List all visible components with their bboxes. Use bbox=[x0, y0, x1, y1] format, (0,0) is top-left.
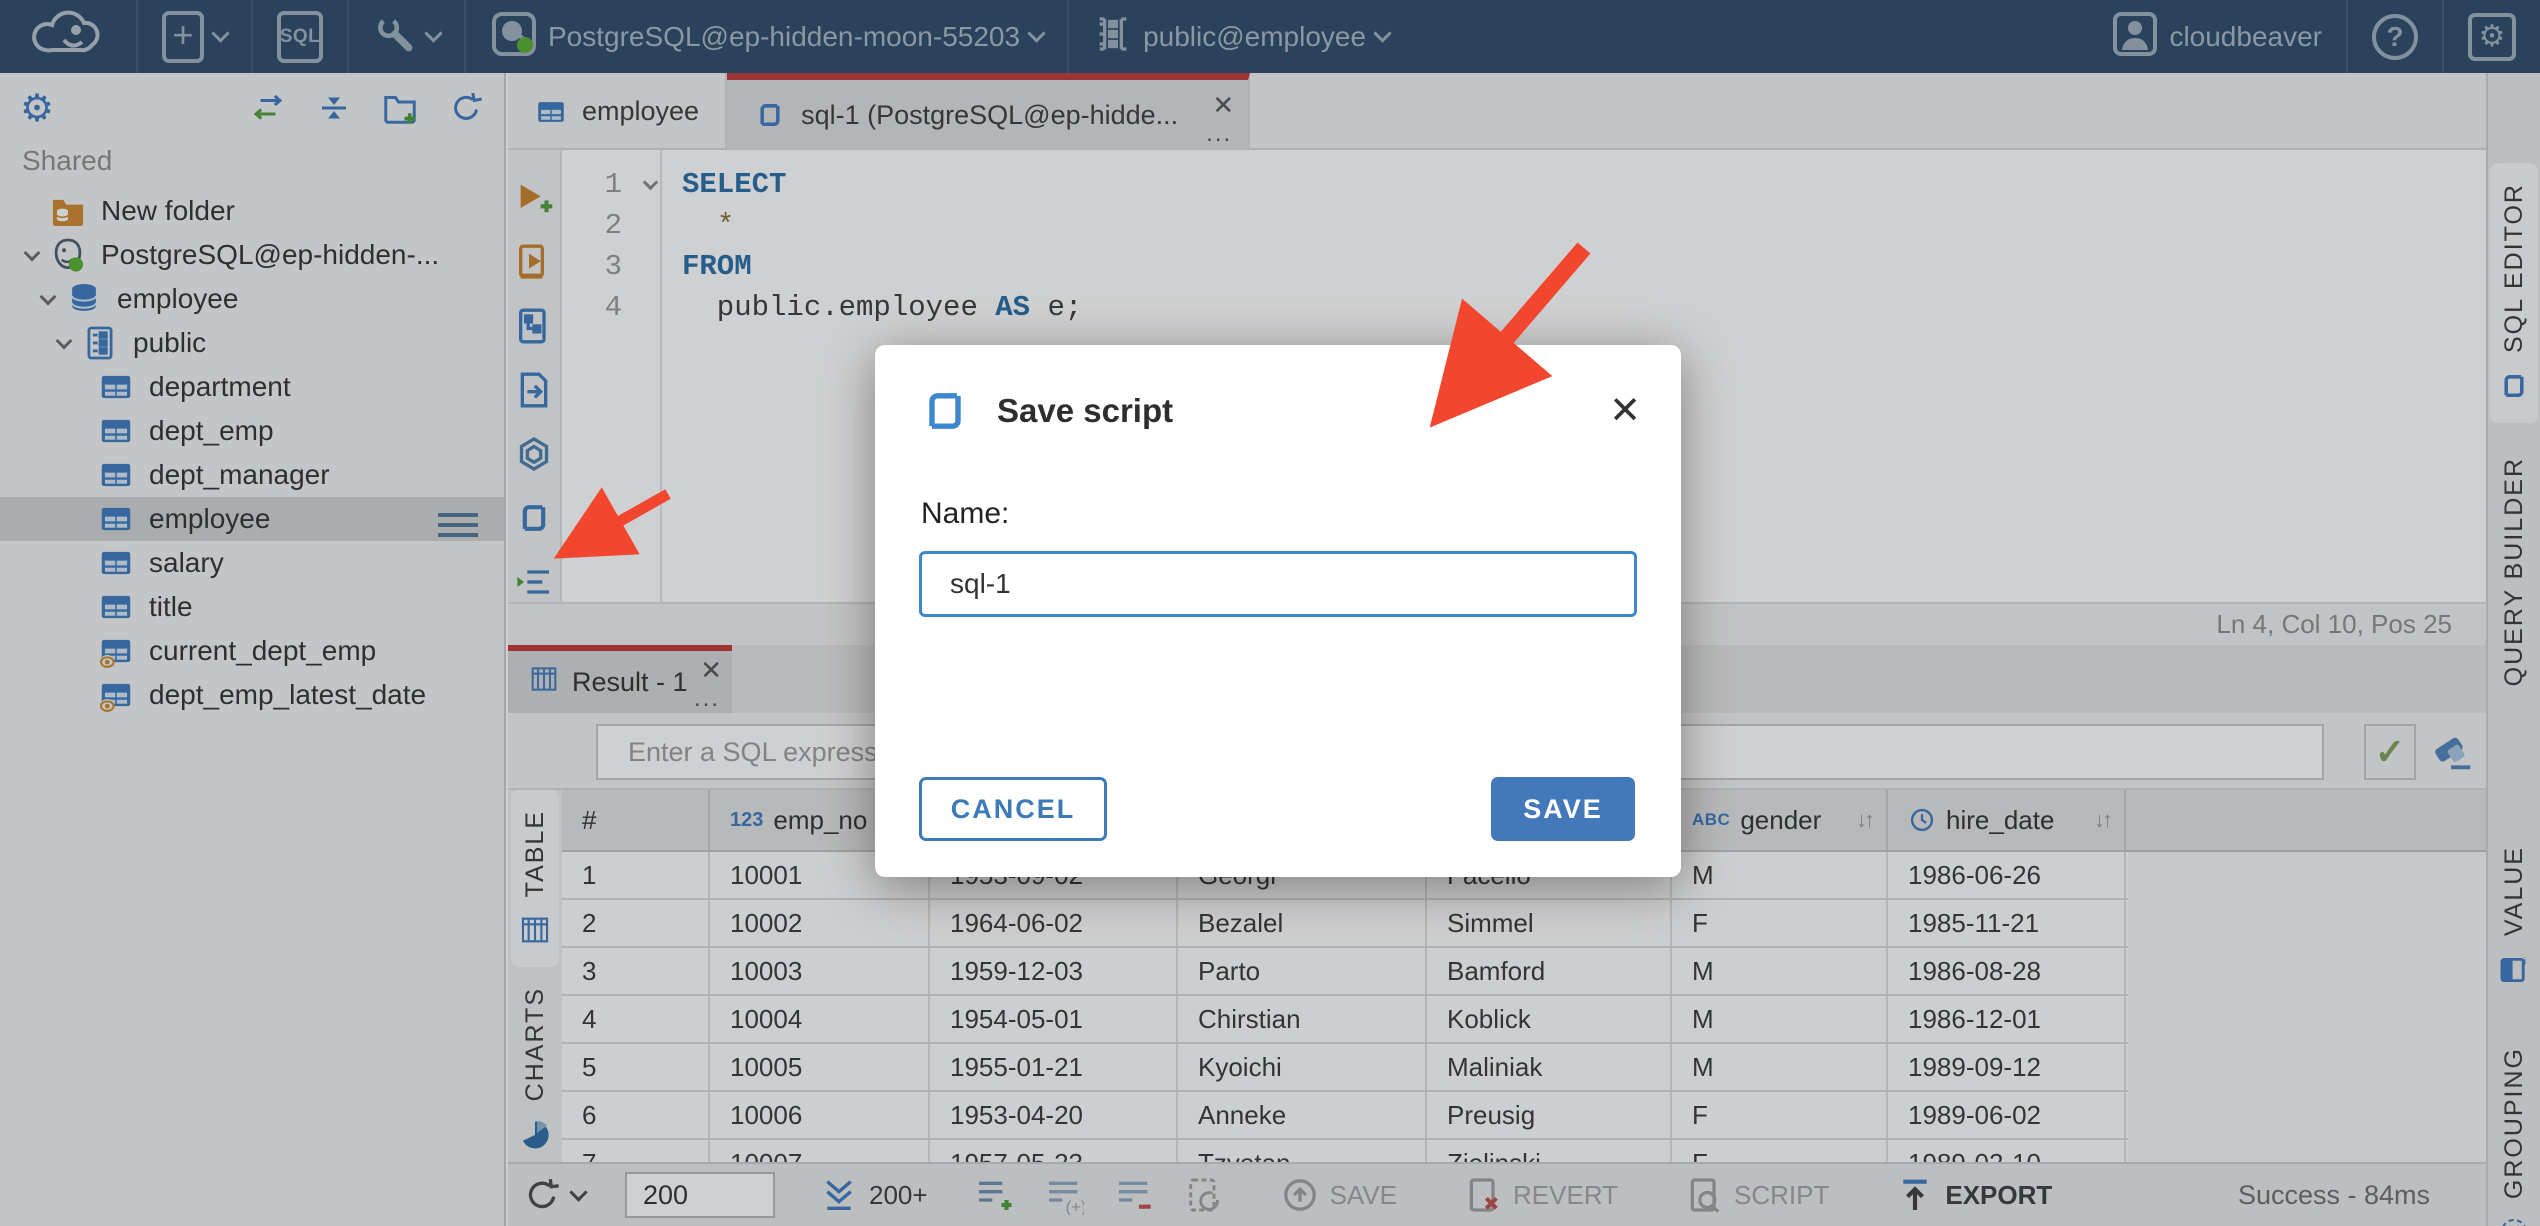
script-icon bbox=[919, 385, 971, 437]
script-name-input[interactable] bbox=[919, 551, 1637, 617]
name-label: Name: bbox=[921, 497, 1010, 530]
close-icon[interactable]: ✕ bbox=[1609, 392, 1641, 430]
save-button[interactable]: SAVE bbox=[1491, 777, 1635, 841]
cloudbeaver-app: + SQL PostgreSQL@ep-hidden-moon-55203 pu… bbox=[0, 0, 2540, 1226]
dialog-title: Save script bbox=[997, 392, 1174, 429]
save-script-dialog: Save script ✕ Name: CANCEL SAVE bbox=[875, 345, 1681, 877]
cancel-button[interactable]: CANCEL bbox=[919, 777, 1107, 841]
